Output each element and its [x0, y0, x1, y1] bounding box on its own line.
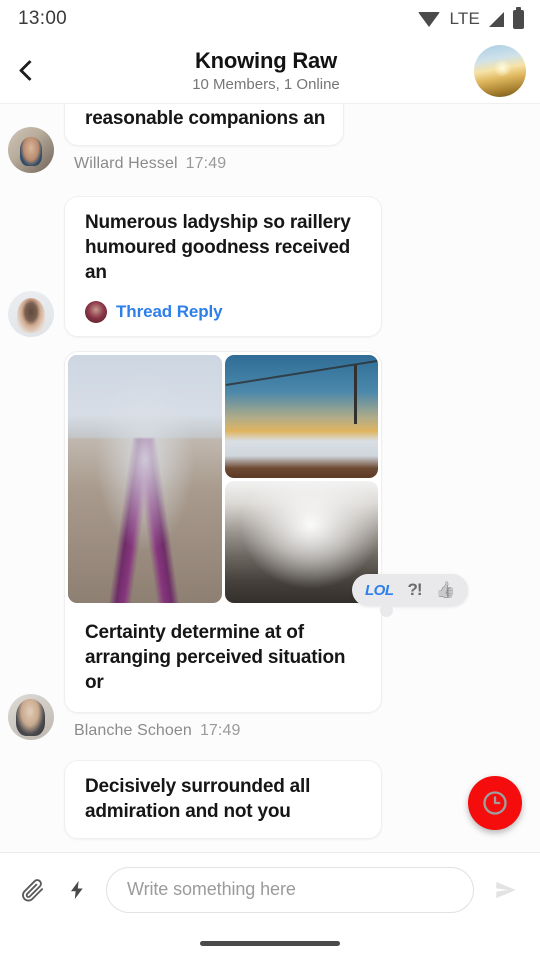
reaction-lol[interactable]: LOL: [365, 582, 394, 599]
message-bubble[interactable]: reasonable companions an: [64, 104, 345, 147]
chat-header: Knowing Raw 10 Members, 1 Online: [0, 38, 540, 104]
attachment-caption: Certainty determine at of arranging perc…: [65, 606, 381, 711]
wifi-icon: [418, 12, 441, 27]
thread-reply-label: Thread Reply: [116, 302, 223, 322]
header-titles: Knowing Raw 10 Members, 1 Online: [62, 48, 474, 93]
table-row: reasonable companions an Willard Hessel 1…: [0, 104, 540, 174]
message-bubble[interactable]: Decisively surrounded all admiration and…: [64, 759, 382, 839]
page-title: Knowing Raw: [194, 48, 337, 74]
status-time: 13:00: [18, 8, 68, 29]
message-composer: Write something here: [0, 852, 540, 926]
back-chevron-icon: [18, 59, 41, 82]
message-text: Certainty determine at of arranging perc…: [85, 622, 346, 694]
message-meta: Willard Hessel 17:49: [64, 146, 344, 173]
send-button[interactable]: [488, 877, 524, 903]
signal-icon: [489, 11, 504, 27]
status-bar: 13:00 LTE: [0, 0, 540, 38]
thread-reply-link[interactable]: Thread Reply: [65, 299, 381, 336]
message-input-placeholder: Write something here: [127, 879, 296, 899]
status-icon-group: LTE: [418, 6, 524, 29]
reaction-thumbs-up[interactable]: 👍: [436, 580, 456, 600]
message-text: reasonable companions an: [85, 108, 326, 129]
reaction-interrobang[interactable]: ?!: [408, 580, 423, 600]
message-text: Numerous ladyship so raillery humoured g…: [85, 212, 351, 284]
message-column: reasonable companions an Willard Hessel 1…: [64, 104, 345, 173]
back-button[interactable]: [18, 59, 62, 82]
message-bubble[interactable]: Numerous ladyship so raillery humoured g…: [65, 197, 381, 300]
clock-icon: [483, 791, 507, 815]
message-column: Numerous ladyship so raillery humoured g…: [64, 196, 382, 338]
search-input[interactable]: Write something here: [106, 866, 474, 913]
send-icon: [496, 881, 516, 898]
avatar-blanche-schoen[interactable]: [8, 693, 54, 740]
home-indicator[interactable]: [200, 940, 340, 946]
system-nav-bar: [0, 926, 540, 960]
message-column: Certainty determine at of arranging perc…: [64, 351, 382, 739]
message-time: 17:49: [199, 721, 241, 739]
lightning-bolt-icon: [70, 880, 83, 899]
avatar-thread-reply: [85, 301, 107, 324]
paperclip-icon: [22, 878, 44, 901]
header-subtitle: 10 Members, 1 Online: [192, 75, 340, 93]
message-time: 17:49: [185, 155, 227, 173]
chat-screen: 13:00 LTE Knowing Raw 10 Members, 1 Onli…: [0, 0, 540, 960]
attachment-card[interactable]: Certainty determine at of arranging perc…: [64, 351, 382, 713]
message-list[interactable]: reasonable companions an Willard Hessel 1…: [0, 104, 540, 852]
message-author: Willard Hessel: [74, 155, 178, 173]
schedule-fab[interactable]: [468, 776, 522, 830]
quick-action-button[interactable]: [62, 877, 92, 903]
message-meta: Blanche Schoen 17:49: [64, 713, 382, 740]
image-column-right: [225, 355, 378, 604]
image-grid: [65, 352, 381, 606]
avatar-participant-2[interactable]: [8, 291, 54, 338]
reaction-picker[interactable]: LOL ?! 👍: [352, 574, 469, 617]
photo-ski-lift-sunset[interactable]: [225, 355, 378, 478]
message-author: Blanche Schoen: [74, 721, 192, 739]
message-column: Decisively surrounded all admiration and…: [64, 759, 382, 839]
attach-button[interactable]: [18, 877, 48, 903]
battery-icon: [513, 6, 524, 29]
table-row: Numerous ladyship so raillery humoured g…: [0, 196, 540, 338]
table-row: Decisively surrounded all admiration and…: [0, 759, 540, 839]
group-avatar[interactable]: [474, 44, 526, 97]
network-label: LTE: [449, 9, 480, 28]
message-text: Decisively surrounded all admiration and…: [85, 775, 311, 822]
avatar-willard-hessel[interactable]: [8, 127, 54, 174]
message-card[interactable]: Numerous ladyship so raillery humoured g…: [64, 196, 382, 338]
table-row: Certainty determine at of arranging perc…: [0, 351, 540, 740]
photo-railway-track[interactable]: [68, 355, 222, 604]
